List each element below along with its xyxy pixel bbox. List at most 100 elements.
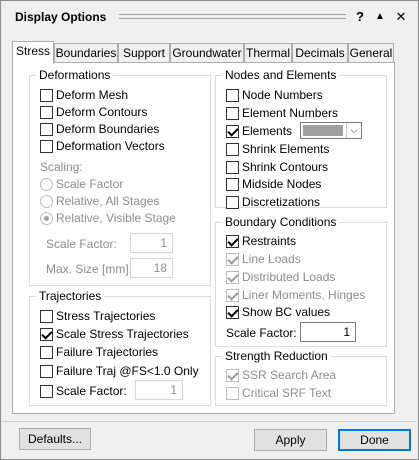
discretizations-label: Discretizations bbox=[242, 194, 321, 209]
dialog-title: Display Options bbox=[15, 10, 107, 24]
traj-scale-factor-input[interactable]: 1 bbox=[135, 380, 183, 400]
traj-scale-factor-option[interactable]: Scale Factor: bbox=[40, 383, 127, 399]
midside-nodes-option[interactable]: Midside Nodes bbox=[226, 176, 321, 192]
critical-srf-text-label: Critical SRF Text bbox=[242, 385, 332, 400]
tab-stress[interactable]: Stress bbox=[12, 41, 54, 64]
relative-all-stages-option[interactable]: Relative, All Stages bbox=[40, 193, 159, 209]
distributed-loads-option[interactable]: Distributed Loads bbox=[226, 269, 335, 285]
deform-scale-factor-input[interactable]: 1 bbox=[130, 233, 173, 253]
scale-factor-radio[interactable] bbox=[40, 177, 53, 191]
node-numbers-checkbox[interactable] bbox=[226, 88, 239, 102]
stress-trajectories-option[interactable]: Stress Trajectories bbox=[40, 308, 155, 324]
line-loads-label: Line Loads bbox=[242, 251, 301, 266]
node-numbers-option[interactable]: Node Numbers bbox=[226, 87, 323, 103]
restraints-checkbox[interactable] bbox=[226, 234, 239, 248]
stress-tab-panel: Deformations Deform Mesh Deform Contours… bbox=[12, 62, 395, 414]
liner-moments-checkbox[interactable] bbox=[226, 288, 239, 302]
scaling-label: Scaling: bbox=[40, 159, 83, 174]
deform-contours-label: Deform Contours bbox=[56, 104, 148, 119]
restraints-option[interactable]: Restraints bbox=[226, 233, 296, 249]
elements-color-select[interactable]: ⌵ bbox=[300, 122, 362, 139]
deform-mesh-label: Deform Mesh bbox=[56, 87, 129, 102]
chevron-down-icon[interactable]: ⌵ bbox=[346, 123, 361, 138]
critical-srf-text-option[interactable]: Critical SRF Text bbox=[226, 385, 331, 401]
tab-groundwater[interactable]: Groundwater bbox=[170, 43, 244, 63]
stress-trajectories-label: Stress Trajectories bbox=[56, 308, 156, 323]
help-button[interactable]: ? bbox=[352, 8, 368, 26]
failure-trajectories-option[interactable]: Failure Trajectories bbox=[40, 344, 158, 360]
line-loads-option[interactable]: Line Loads bbox=[226, 251, 301, 267]
ssr-search-area-option[interactable]: SSR Search Area bbox=[226, 367, 336, 383]
relative-all-stages-radio[interactable] bbox=[40, 194, 53, 208]
stress-trajectories-checkbox[interactable] bbox=[40, 309, 53, 323]
deformation-vectors-option[interactable]: Deformation Vectors bbox=[40, 138, 165, 154]
shrink-contours-label: Shrink Contours bbox=[242, 159, 329, 174]
liner-moments-label: Liner Moments, Hinges bbox=[242, 287, 366, 302]
collapse-button[interactable]: ▲ bbox=[372, 8, 388, 26]
midside-nodes-checkbox[interactable] bbox=[226, 177, 239, 191]
elements-option[interactable]: Elements bbox=[226, 123, 292, 139]
bc-scale-factor-label: Scale Factor: bbox=[226, 325, 297, 340]
shrink-contours-checkbox[interactable] bbox=[226, 160, 239, 174]
traj-scale-factor-checkbox[interactable] bbox=[40, 384, 53, 398]
element-numbers-checkbox[interactable] bbox=[226, 106, 239, 120]
close-button[interactable]: ✕ bbox=[393, 8, 409, 26]
show-bc-values-option[interactable]: Show BC values bbox=[226, 304, 330, 320]
element-numbers-option[interactable]: Element Numbers bbox=[226, 105, 338, 121]
scale-stress-trajectories-checkbox[interactable] bbox=[40, 327, 53, 341]
tab-general[interactable]: General bbox=[348, 43, 394, 63]
tab-decimals[interactable]: Decimals bbox=[292, 43, 348, 63]
element-numbers-label: Element Numbers bbox=[242, 105, 339, 120]
discretizations-checkbox[interactable] bbox=[226, 195, 239, 209]
liner-moments-option[interactable]: Liner Moments, Hinges bbox=[226, 287, 365, 303]
bc-scale-factor-input[interactable]: 1 bbox=[300, 322, 356, 342]
done-button[interactable]: Done bbox=[338, 429, 411, 451]
drag-grip[interactable] bbox=[119, 14, 346, 19]
tab-boundaries[interactable]: Boundaries bbox=[54, 43, 118, 63]
scale-stress-trajectories-label: Scale Stress Trajectories bbox=[56, 326, 189, 341]
shrink-elements-checkbox[interactable] bbox=[226, 142, 239, 156]
scale-factor-radio-option[interactable]: Scale Factor bbox=[40, 176, 123, 192]
defaults-button[interactable]: Defaults... bbox=[19, 428, 91, 450]
elements-checkbox[interactable] bbox=[226, 124, 239, 138]
deformation-vectors-label: Deformation Vectors bbox=[56, 138, 165, 153]
deformations-group-label: Deformations bbox=[36, 68, 114, 82]
deform-scale-factor-label: Scale Factor: bbox=[46, 236, 117, 251]
max-size-input[interactable]: 18 bbox=[130, 258, 173, 278]
max-size-label: Max. Size [mm]: bbox=[46, 261, 133, 276]
scale-factor-radio-label: Scale Factor bbox=[56, 176, 124, 191]
restraints-label: Restraints bbox=[242, 233, 297, 248]
tab-support[interactable]: Support bbox=[118, 43, 170, 63]
deform-boundaries-option[interactable]: Deform Boundaries bbox=[40, 121, 159, 137]
apply-button[interactable]: Apply bbox=[254, 429, 327, 451]
deform-contours-option[interactable]: Deform Contours bbox=[40, 104, 147, 120]
deform-contours-checkbox[interactable] bbox=[40, 105, 53, 119]
shrink-elements-option[interactable]: Shrink Elements bbox=[226, 141, 329, 157]
ssr-search-area-checkbox[interactable] bbox=[226, 368, 239, 382]
show-bc-values-checkbox[interactable] bbox=[226, 305, 239, 319]
deform-mesh-option[interactable]: Deform Mesh bbox=[40, 87, 128, 103]
deformations-group: Deformations Deform Mesh Deform Contours… bbox=[29, 68, 211, 286]
distributed-loads-checkbox[interactable] bbox=[226, 270, 239, 284]
shrink-contours-option[interactable]: Shrink Contours bbox=[226, 159, 328, 175]
failure-traj-fs-checkbox[interactable] bbox=[40, 364, 53, 378]
discretizations-option[interactable]: Discretizations bbox=[226, 194, 320, 210]
line-loads-checkbox[interactable] bbox=[226, 252, 239, 266]
shrink-elements-label: Shrink Elements bbox=[242, 141, 330, 156]
relative-visible-stage-radio[interactable] bbox=[40, 211, 53, 225]
deform-mesh-checkbox[interactable] bbox=[40, 88, 53, 102]
strength-reduction-group: Strength Reduction SSR Search Area Criti… bbox=[215, 349, 387, 406]
trajectories-group: Trajectories Stress Trajectories Scale S… bbox=[29, 289, 211, 406]
traj-scale-factor-label: Scale Factor: bbox=[56, 383, 127, 398]
tab-thermal[interactable]: Thermal bbox=[244, 43, 292, 63]
failure-trajectories-checkbox[interactable] bbox=[40, 345, 53, 359]
relative-visible-stage-option[interactable]: Relative, Visible Stage bbox=[40, 210, 176, 226]
elements-label: Elements bbox=[242, 123, 293, 138]
deformation-vectors-checkbox[interactable] bbox=[40, 139, 53, 153]
trajectories-group-label: Trajectories bbox=[36, 289, 105, 303]
failure-traj-fs-option[interactable]: Failure Traj @FS<1.0 Only bbox=[40, 363, 199, 379]
scale-stress-trajectories-option[interactable]: Scale Stress Trajectories bbox=[40, 326, 189, 342]
critical-srf-text-checkbox[interactable] bbox=[226, 386, 239, 400]
deform-boundaries-checkbox[interactable] bbox=[40, 122, 53, 136]
title-bar[interactable]: Display Options ? ▲ ✕ bbox=[2, 2, 417, 32]
